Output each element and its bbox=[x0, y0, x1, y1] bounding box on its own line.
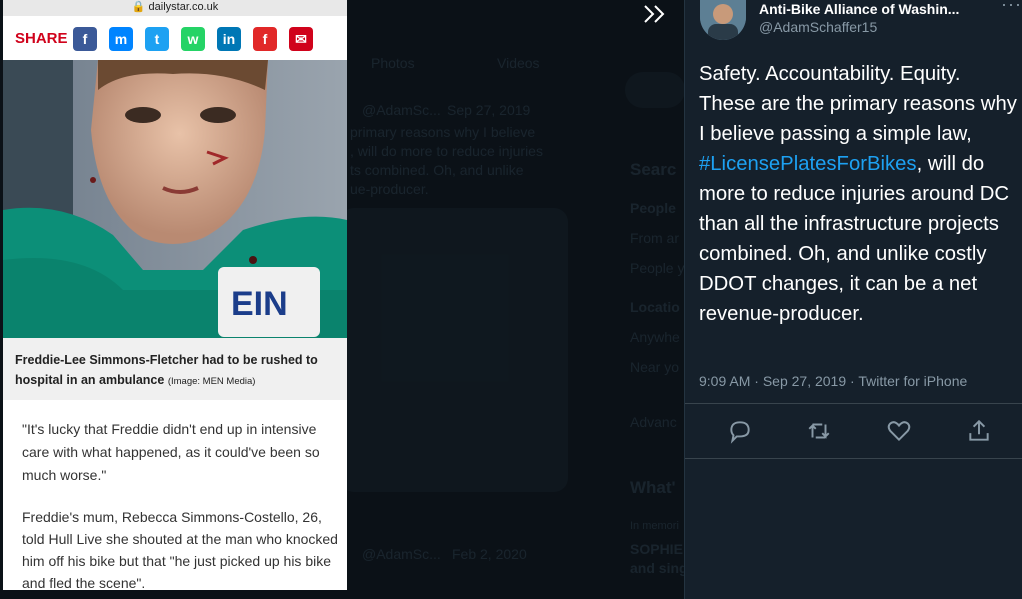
child-photo: EIN bbox=[3, 60, 347, 338]
article-paragraph: Freddie's mum, Rebecca Simmons-Costello,… bbox=[22, 509, 338, 590]
url-text: dailystar.co.uk bbox=[148, 1, 219, 13]
messenger-icon[interactable]: m bbox=[109, 27, 133, 51]
retweet-icon[interactable] bbox=[806, 418, 832, 444]
user-handle[interactable]: @AdamSchaffer15 bbox=[759, 19, 877, 35]
photo-caption: Freddie-Lee Simmons-Fletcher had to be r… bbox=[3, 338, 347, 400]
lock-icon: 🔒 bbox=[131, 1, 146, 13]
caption-credit: (Image: MEN Media) bbox=[167, 376, 256, 387]
reply-icon[interactable] bbox=[727, 418, 753, 444]
sweatshirt-logo: EIN bbox=[231, 285, 288, 323]
divider bbox=[685, 403, 1022, 404]
article-quote: "It's lucky that Freddie didn't end up i… bbox=[22, 421, 320, 483]
avatar[interactable] bbox=[700, 0, 746, 40]
facebook-icon[interactable]: f bbox=[73, 27, 97, 51]
tweet-time[interactable]: 9:09 AM bbox=[699, 373, 750, 389]
tweet-detail-panel: Anti-Bike Alliance of Washin... @AdamSch… bbox=[684, 0, 1022, 599]
meta-separator: · bbox=[850, 373, 855, 389]
linkedin-icon[interactable]: in bbox=[217, 27, 241, 51]
twitter-icon[interactable]: t bbox=[145, 27, 169, 51]
chevron-right-icon[interactable] bbox=[640, 2, 670, 26]
caption-text: Freddie-Lee Simmons-Fletcher had to be r… bbox=[15, 353, 318, 387]
share-bar: SHARE f m t w in f ✉ bbox=[3, 16, 347, 61]
meta-separator: · bbox=[754, 373, 759, 389]
url-bar: 🔒 dailystar.co.uk bbox=[3, 0, 347, 16]
tweet-metadata: 9:09 AM · Sep 27, 2019 · Twitter for iPh… bbox=[699, 373, 967, 389]
tweet-date[interactable]: Sep 27, 2019 bbox=[763, 373, 846, 389]
flipboard-icon[interactable]: f bbox=[253, 27, 277, 51]
display-name[interactable]: Anti-Bike Alliance of Washin... bbox=[759, 1, 959, 17]
share-label: SHARE bbox=[15, 30, 68, 47]
share-icon[interactable] bbox=[966, 418, 992, 444]
tweet-text-part: Safety. Accountability. Equity. These ar… bbox=[699, 63, 1017, 145]
article-image[interactable]: 🔒 dailystar.co.uk SHARE f m t w in f ✉ E… bbox=[3, 0, 347, 590]
photo-illustration: EIN bbox=[3, 60, 347, 338]
more-options-icon[interactable]: ··· bbox=[1001, 0, 1022, 15]
tweet-text-part: , will do more to reduce injuries around… bbox=[699, 153, 1010, 325]
like-icon[interactable] bbox=[886, 418, 912, 444]
whatsapp-icon[interactable]: w bbox=[181, 27, 205, 51]
divider bbox=[685, 458, 1022, 459]
tweet-source[interactable]: Twitter for iPhone bbox=[858, 373, 967, 389]
email-icon[interactable]: ✉ bbox=[289, 27, 313, 51]
tweet-text: Safety. Accountability. Equity. These ar… bbox=[699, 59, 1019, 329]
hashtag-link[interactable]: #LicensePlatesForBikes bbox=[699, 153, 917, 175]
